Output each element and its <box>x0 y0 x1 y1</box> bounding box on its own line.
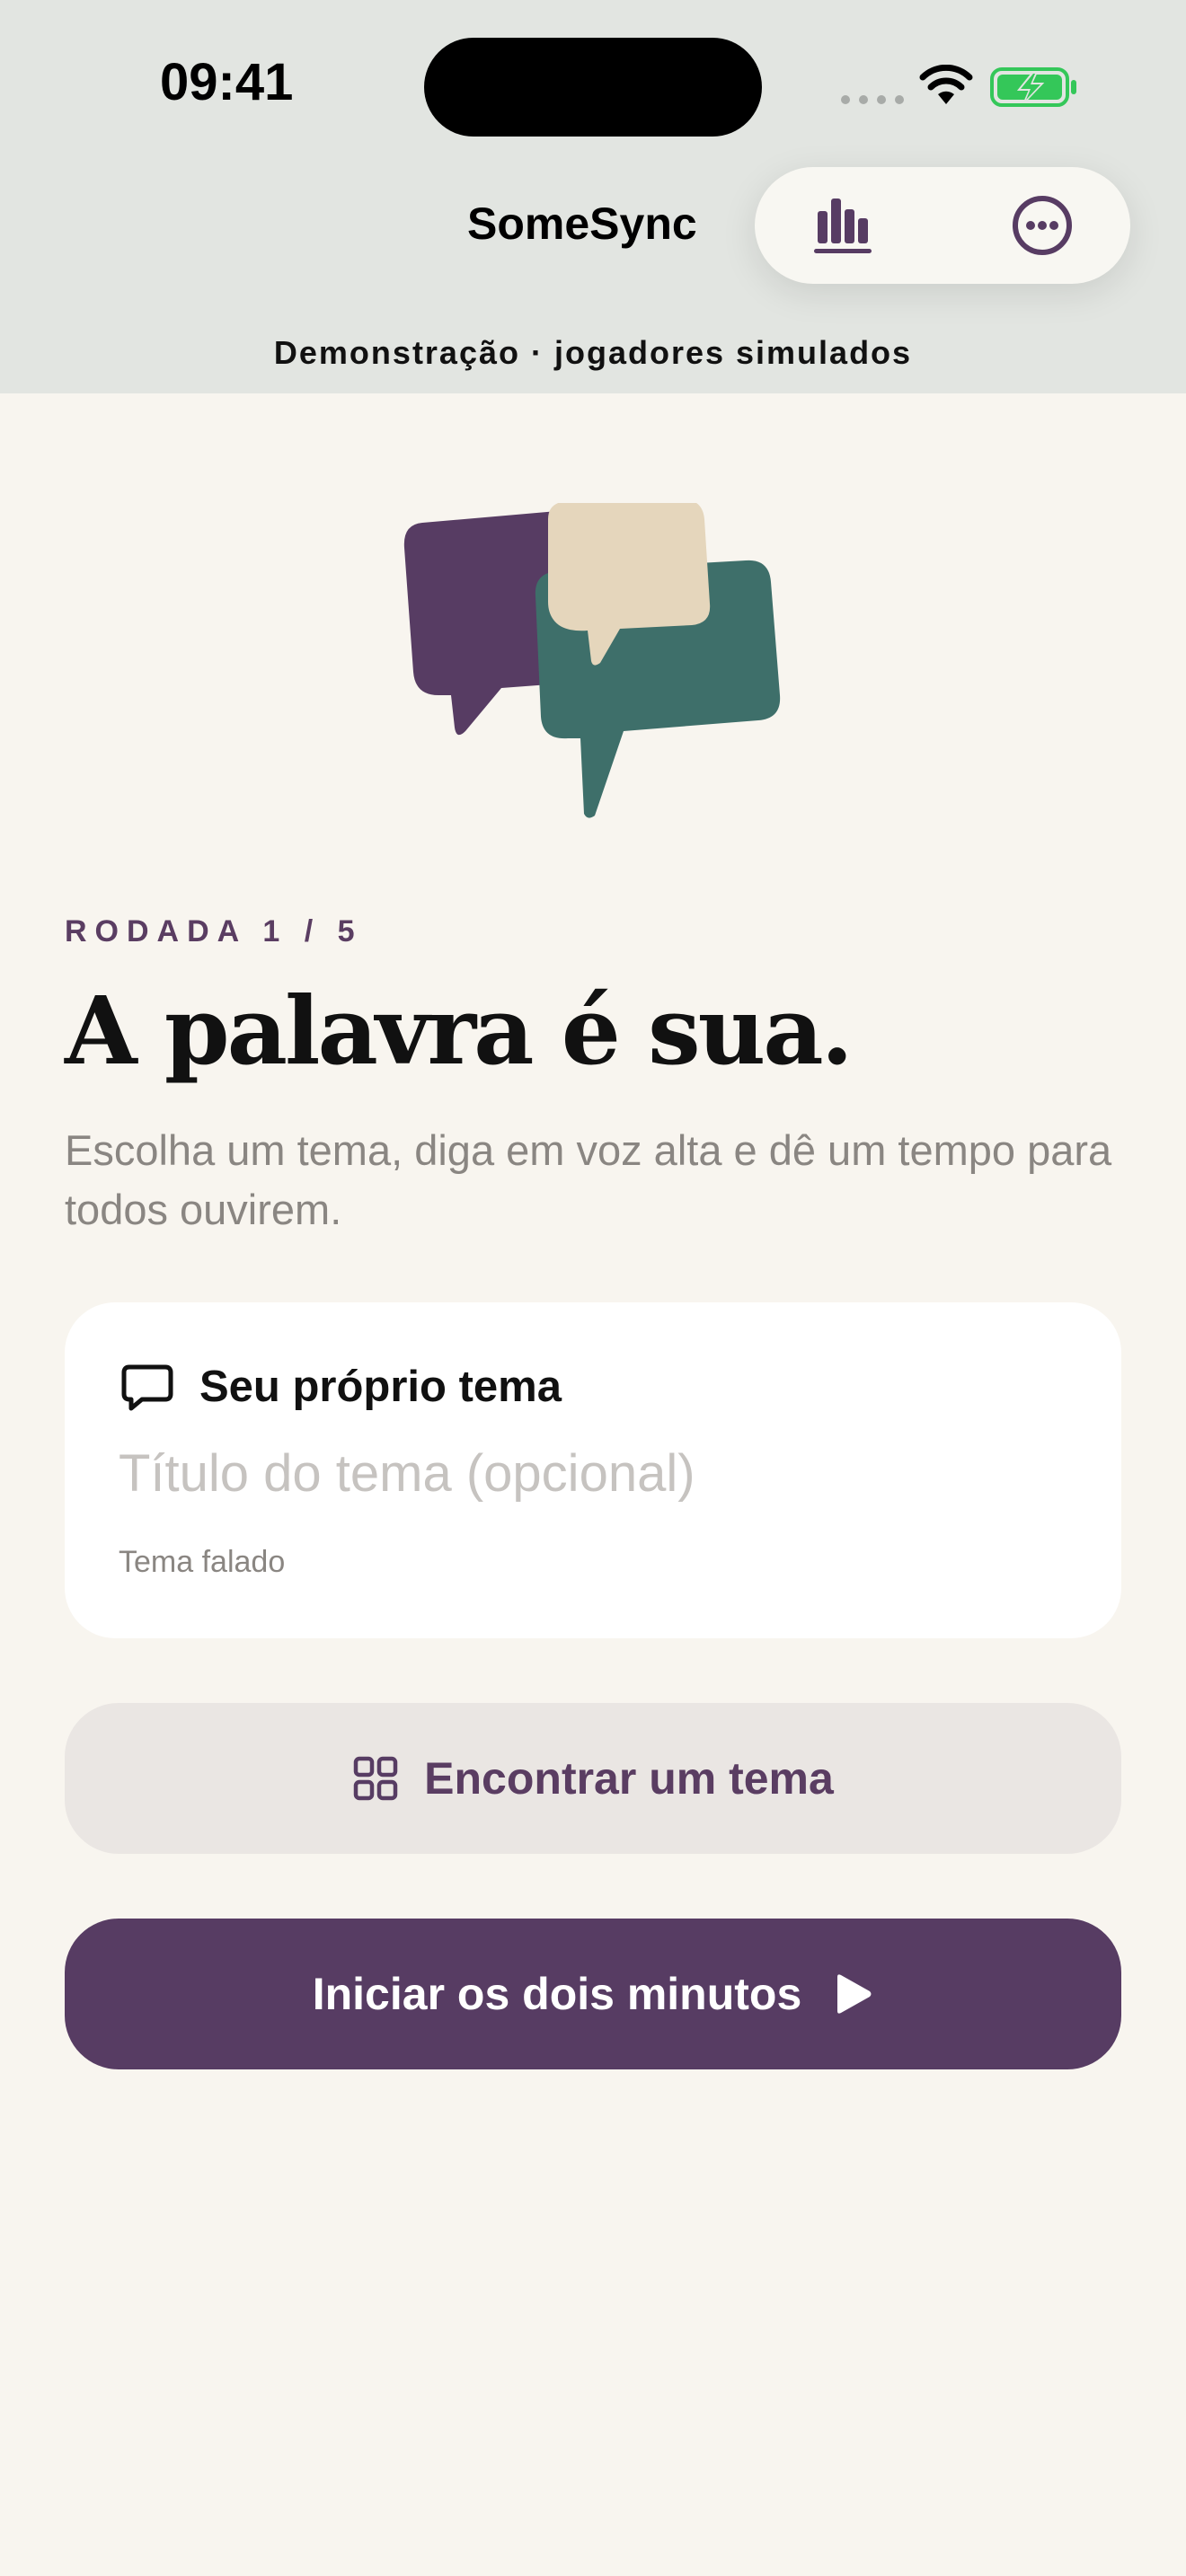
start-timer-label: Iniciar os dois minutos <box>312 1969 802 2019</box>
status-time: 09:41 <box>160 53 294 111</box>
page-subtitle: Escolha um tema, diga em voz alta e dê u… <box>65 1126 1112 1233</box>
battery-charging-icon <box>990 67 1076 107</box>
demo-banner: Demonstração · jogadores simulados <box>273 334 913 371</box>
topic-title-input[interactable] <box>119 1437 1062 1509</box>
dynamic-island <box>424 38 762 137</box>
stats-button[interactable] <box>809 190 881 261</box>
start-timer-button[interactable]: Iniciar os dois minutos <box>65 1919 1121 2069</box>
status-icons <box>836 63 1087 108</box>
play-icon <box>837 1974 872 2014</box>
top-header: 09:41 SomeSync Demonstração · jogadores … <box>0 0 1186 393</box>
app-title: SomeSync <box>467 198 697 249</box>
find-topic-button[interactable]: Encontrar um tema <box>65 1703 1121 1854</box>
more-options-button[interactable] <box>1006 190 1078 261</box>
topic-card-title: Seu próprio tema <box>199 1363 562 1411</box>
custom-topic-card: Seu próprio tema Tema falado <box>65 1302 1121 1638</box>
chat-bubbles-illustration <box>403 503 781 818</box>
page-headline: A palavra é sua. <box>65 975 854 1086</box>
topic-card-header: Seu próprio tema <box>119 1358 562 1416</box>
grid-icon <box>353 1756 398 1801</box>
speech-bubble-icon <box>121 1364 173 1411</box>
bar-chart-icon <box>814 198 872 253</box>
topic-caption: Tema falado <box>119 1545 286 1579</box>
wifi-icon <box>919 65 973 104</box>
find-topic-label: Encontrar um tema <box>424 1753 834 1804</box>
header-actions <box>755 167 1130 284</box>
round-indicator: RODADA 1 / 5 <box>65 914 363 948</box>
cellular-signal-icon <box>841 95 904 104</box>
more-options-icon <box>1013 196 1072 255</box>
